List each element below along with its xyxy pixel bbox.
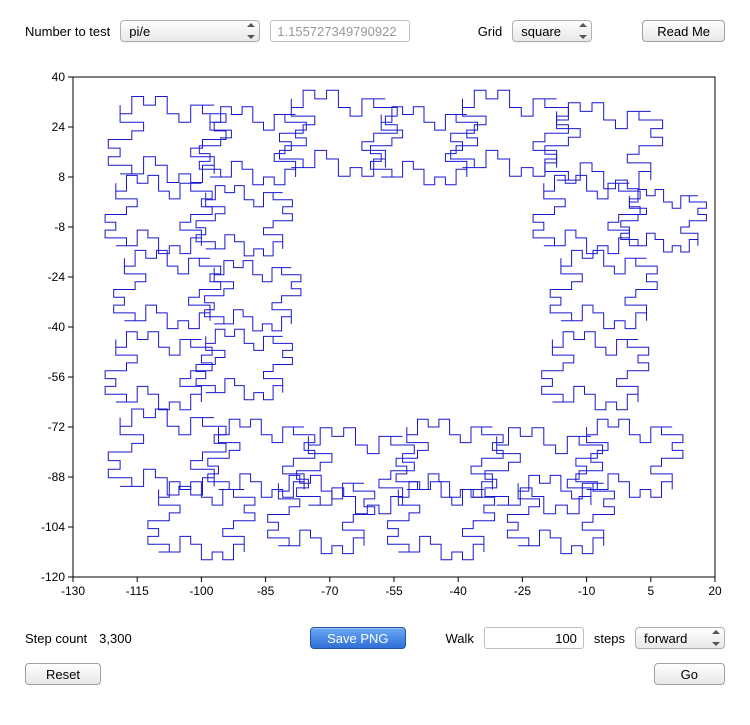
svg-text:24: 24 — [52, 120, 66, 134]
svg-text:20: 20 — [708, 584, 722, 598]
svg-text:5: 5 — [647, 584, 654, 598]
walk-steps-input[interactable] — [484, 627, 584, 649]
readme-button[interactable]: Read Me — [642, 20, 725, 42]
walk-chart: -130 -115 -100 -85 -70 -55 -40 -25 -10 5 20 -120 -10… — [25, 67, 725, 607]
svg-text:-104: -104 — [41, 520, 65, 534]
svg-text:-24: -24 — [48, 270, 66, 284]
svg-text:-10: -10 — [578, 584, 596, 598]
direction-select[interactable]: forward — [635, 627, 725, 649]
svg-text:-120: -120 — [41, 570, 65, 584]
number-select[interactable]: pi/e — [120, 20, 260, 42]
svg-text:-72: -72 — [48, 420, 66, 434]
number-to-test-label: Number to test — [25, 24, 110, 39]
svg-text:-70: -70 — [321, 584, 339, 598]
step-count-label: Step count — [25, 631, 87, 646]
svg-text:-25: -25 — [514, 584, 532, 598]
svg-text:-85: -85 — [257, 584, 275, 598]
svg-text:-8: -8 — [54, 220, 65, 234]
grid-label: Grid — [478, 24, 503, 39]
go-button[interactable]: Go — [654, 663, 725, 685]
step-count-value: 3,300 — [99, 631, 132, 646]
grid-select[interactable]: square — [512, 20, 592, 42]
svg-text:-115: -115 — [126, 584, 149, 598]
save-png-button[interactable]: Save PNG — [310, 627, 405, 649]
svg-text:40: 40 — [52, 70, 66, 84]
number-value-field — [270, 20, 410, 42]
walk-label: Walk — [446, 631, 474, 646]
svg-text:-100: -100 — [189, 584, 213, 598]
svg-text:8: 8 — [58, 170, 65, 184]
svg-text:-130: -130 — [61, 584, 85, 598]
svg-text:-88: -88 — [48, 470, 66, 484]
reset-button[interactable]: Reset — [25, 663, 101, 685]
svg-text:-40: -40 — [48, 320, 66, 334]
svg-text:-56: -56 — [48, 370, 66, 384]
steps-label: steps — [594, 631, 625, 646]
svg-text:-40: -40 — [450, 584, 468, 598]
svg-text:-55: -55 — [385, 584, 403, 598]
